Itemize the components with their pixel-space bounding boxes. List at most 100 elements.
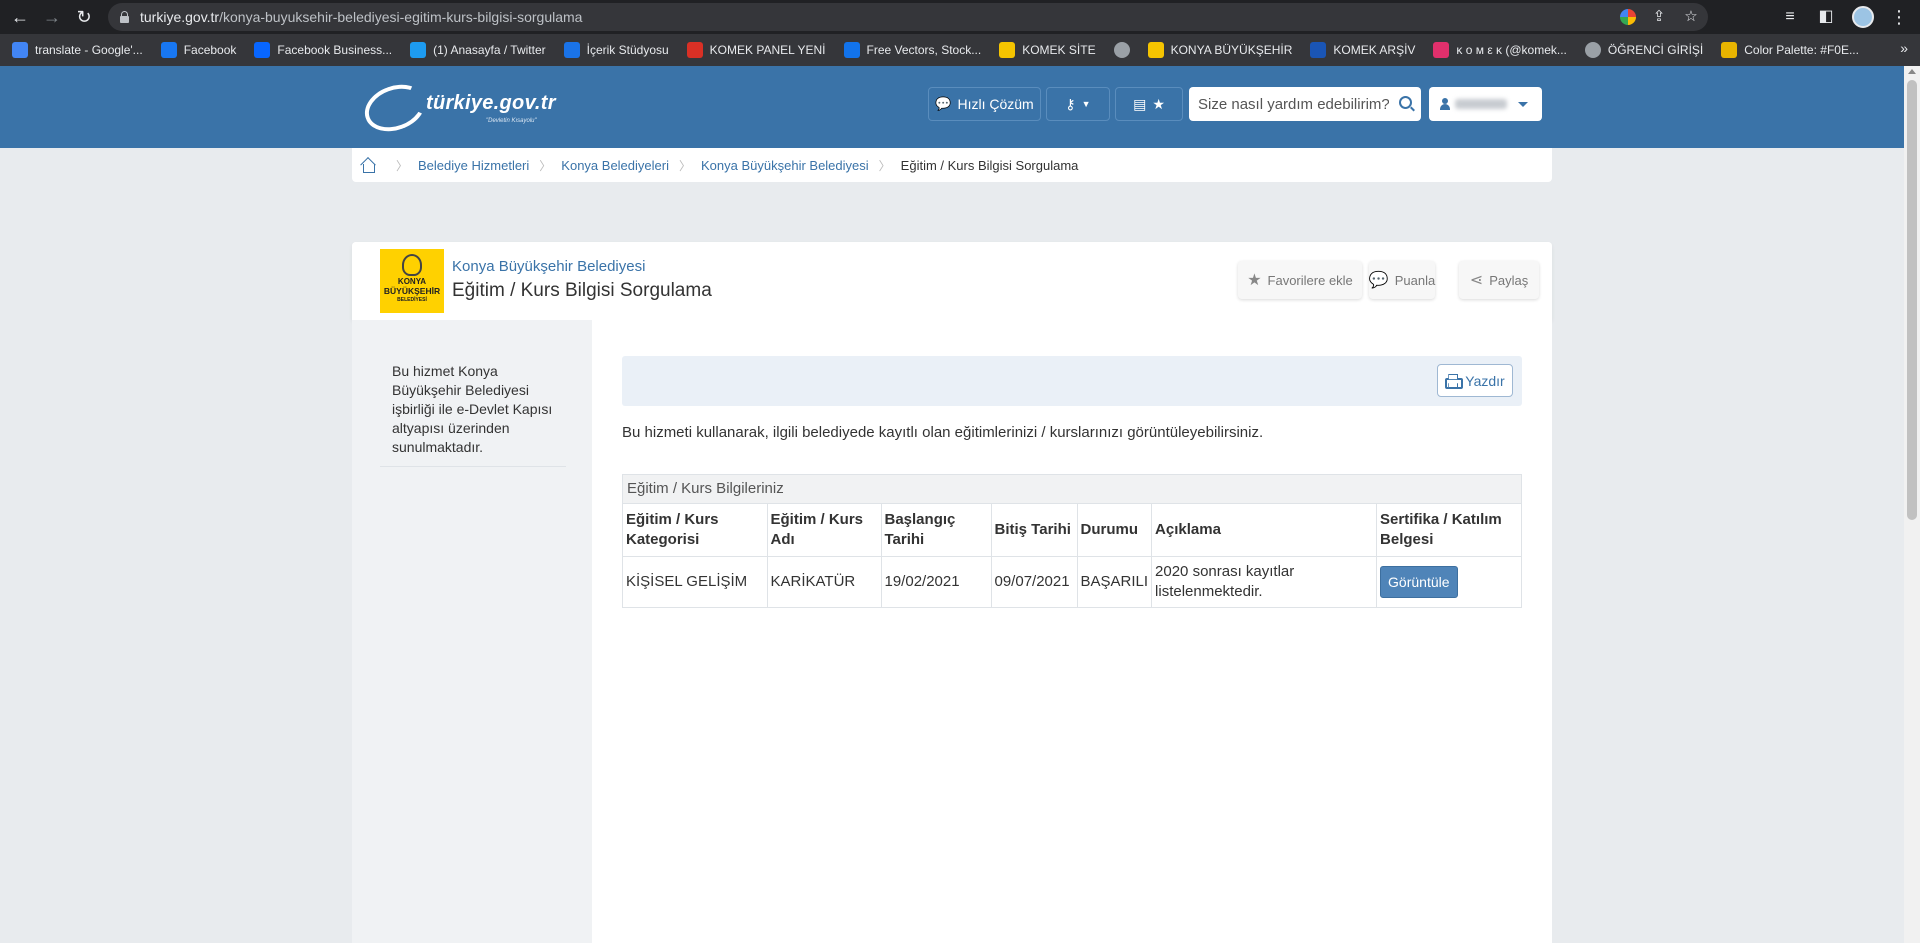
url-text: turkiye.gov.tr/konya-buyuksehir-belediye… (140, 9, 583, 25)
cell-status: BAŞARILI (1077, 556, 1153, 607)
profile-avatar[interactable] (1852, 6, 1874, 28)
breadcrumb: 〉 Belediye Hizmetleri 〉 Konya Belediyele… (352, 148, 1552, 182)
bookmarks-bar: translate - Google'... Facebook Facebook B… (0, 34, 1920, 66)
user-name-redacted (1455, 99, 1507, 109)
login-key-button[interactable]: ⚷ ▼ (1046, 87, 1110, 121)
address-bar[interactable]: turkiye.gov.tr/konya-buyuksehir-belediye… (108, 3, 1708, 31)
forward-arrow-icon[interactable]: → (40, 5, 64, 29)
key-icon: ⚷ (1065, 95, 1076, 112)
bookmark-item[interactable]: Free Vectors, Stock... (843, 42, 982, 58)
bookmark-item[interactable]: Color Palette: #F0E... (1721, 42, 1859, 58)
studio-icon (563, 42, 580, 58)
reading-list-icon[interactable]: ≡ (1780, 5, 1800, 29)
cell-certificate: Görüntüle (1377, 556, 1521, 607)
service-info-text: Bu hizmet Konya Büyükşehir Belediyesi iş… (392, 363, 553, 455)
bookmark-label: (1) Anasayfa / Twitter (433, 43, 546, 57)
quick-solution-button[interactable]: 💬 Hızlı Çözüm (928, 87, 1041, 121)
header-category: Eğitim / Kurs Kategorisi (623, 504, 768, 557)
browser-toolbar: ← → ↻ turkiye.gov.tr/konya-buyuksehir-be… (0, 0, 1920, 34)
turkiye-gov-logo[interactable]: türkiye.gov.tr "Devletin Kısayolu" (358, 76, 564, 140)
reload-icon[interactable]: ↻ (72, 5, 96, 29)
globe-icon (1113, 42, 1130, 58)
breadcrumb-konya-buyuksehir[interactable]: Konya Büyükşehir Belediyesi (701, 158, 869, 173)
bookmark-label: İçerik Stüdyosu (586, 43, 669, 57)
home-icon[interactable] (360, 158, 376, 173)
user-menu[interactable] (1429, 87, 1542, 121)
komek-icon (999, 42, 1016, 58)
dsh-icon (1310, 42, 1327, 58)
id-card-icon: ▤ (1133, 95, 1147, 112)
cell-description: 2020 sonrası kayıtlar listelenmektedir. (1151, 556, 1378, 607)
site-search-input[interactable] (1189, 87, 1389, 121)
header-end-date: Bitiş Tarihi (991, 504, 1078, 557)
bookmark-item[interactable]: Facebook Business... (254, 42, 392, 58)
star-icon (686, 42, 703, 58)
google-lens-icon[interactable] (1620, 9, 1636, 25)
user-icon (1440, 98, 1450, 110)
share-button[interactable]: ⋖ Paylaş (1459, 261, 1539, 299)
breadcrumb-separator: 〉 (678, 158, 691, 173)
facebook-icon (160, 42, 177, 58)
google-icon (12, 42, 28, 58)
search-icon[interactable] (1399, 96, 1412, 109)
bookmark-item[interactable]: KOMEK PANEL YENİ (686, 42, 826, 58)
scroll-thumb[interactable] (1907, 80, 1917, 520)
page-scrollbar[interactable] (1904, 66, 1920, 943)
content-toolbar: Yazdır (622, 356, 1522, 406)
bookmark-label: Color Palette: #F0E... (1744, 43, 1859, 57)
rate-button[interactable]: 💬 Puanla (1369, 261, 1435, 299)
lock-icon (120, 11, 129, 23)
palette-icon (1721, 42, 1738, 58)
freepik-icon (843, 42, 860, 58)
bookmark-item[interactable]: KOMEK SİTE (999, 42, 1096, 58)
breadcrumb-separator: 〉 (396, 158, 409, 173)
meta-icon (254, 42, 271, 58)
breadcrumb-konya-belediyeleri[interactable]: Konya Belediyeleri (561, 158, 669, 173)
scroll-up-arrow-icon[interactable] (1908, 69, 1916, 74)
service-header: KONYA BÜYÜKŞEHİR BELEDİYESİ Konya Büyükş… (352, 242, 1552, 320)
favorites-star-icon: ★ (1152, 95, 1165, 112)
bookmark-label: KOMEK ARŞİV (1333, 43, 1416, 57)
bookmark-item[interactable]: ÖĞRENCİ GİRİŞİ (1584, 42, 1704, 58)
bookmark-item[interactable]: κ ο м ε κ (@komek... (1433, 42, 1567, 58)
institution-name[interactable]: Konya Büyükşehir Belediyesi (452, 258, 645, 275)
bookmark-label: translate - Google'... (35, 43, 143, 57)
bookmark-item[interactable]: KONYA BÜYÜKŞEHİR (1147, 42, 1293, 58)
bookmark-item[interactable]: (1) Anasayfa / Twitter (410, 42, 546, 58)
more-bookmarks-icon[interactable]: » (1900, 40, 1908, 56)
sidebar-divider (380, 466, 566, 467)
breadcrumb-separator: 〉 (539, 158, 552, 173)
side-panel-icon[interactable]: ◧ (1816, 5, 1836, 29)
breadcrumb-belediye-hizmetleri[interactable]: Belediye Hizmetleri (418, 158, 529, 173)
service-description: Bu hizmeti kullanarak, ilgili belediyede… (622, 424, 1264, 441)
back-arrow-icon[interactable]: ← (8, 5, 32, 29)
bookmark-item[interactable]: İçerik Stüdyosu (563, 42, 669, 58)
chevron-down-icon: ▼ (1081, 99, 1091, 109)
table-row: KİŞİSEL GELİŞİM KARİKATÜR 19/02/2021 09/… (623, 556, 1521, 607)
konya-municipality-logo: KONYA BÜYÜKŞEHİR BELEDİYESİ (380, 249, 444, 313)
bookmark-item[interactable]: translate - Google'... (12, 42, 143, 58)
add-favorite-button[interactable]: ★ Favorilere ekle (1238, 261, 1362, 299)
bookmark-label: KONYA BÜYÜKŞEHİR (1170, 43, 1293, 57)
sidebar: Bu hizmet Konya Büyükşehir Belediyesi iş… (352, 320, 592, 943)
bookmark-star-icon[interactable]: ☆ (1682, 8, 1700, 26)
menu-dots-icon[interactable]: ⋮ (1890, 5, 1908, 29)
bookmark-item[interactable]: Facebook (160, 42, 237, 58)
table-header-row: Eğitim / Kurs Kategorisi Eğitim / Kurs A… (623, 504, 1521, 557)
id-favorites-button[interactable]: ▤ ★ (1115, 87, 1183, 121)
cell-course-name: KARİKATÜR (767, 556, 882, 607)
bookmark-label: Facebook (183, 43, 237, 57)
print-button[interactable]: Yazdır (1437, 364, 1513, 397)
bookmark-label: ÖĞRENCİ GİRİŞİ (1607, 43, 1704, 57)
bookmark-item[interactable]: KOMEK ARŞİV (1310, 42, 1415, 58)
bookmark-item[interactable] (1113, 42, 1130, 58)
share-icon[interactable]: ⇪ (1650, 8, 1668, 26)
header-status: Durumu (1077, 504, 1153, 557)
bookmark-label: Free Vectors, Stock... (866, 43, 982, 57)
header-start-date: Başlangıç Tarihi (881, 504, 992, 557)
share-icon: ⋖ (1469, 272, 1484, 289)
cell-category: KİŞİSEL GELİŞİM (623, 556, 768, 607)
crest-icon (402, 254, 422, 276)
site-search (1189, 87, 1421, 121)
view-certificate-button[interactable]: Görüntüle (1380, 565, 1458, 598)
